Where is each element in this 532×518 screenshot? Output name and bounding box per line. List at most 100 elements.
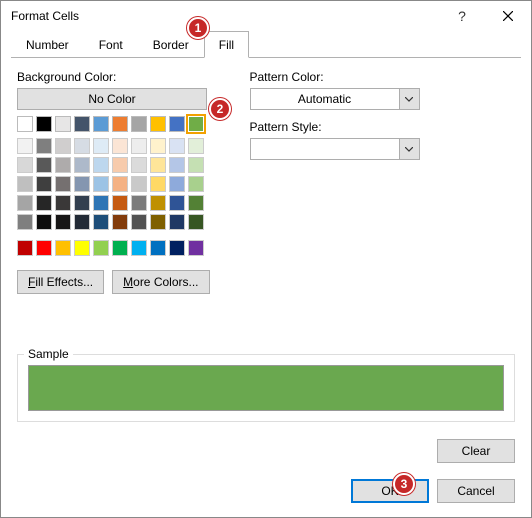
color-swatch[interactable]: [112, 240, 128, 256]
color-swatch[interactable]: [17, 214, 33, 230]
theme-color-row: [17, 116, 210, 132]
tab-number[interactable]: Number: [11, 31, 84, 57]
color-swatch[interactable]: [188, 176, 204, 192]
color-swatch[interactable]: [36, 138, 52, 154]
color-swatch[interactable]: [36, 176, 52, 192]
color-swatch[interactable]: [169, 240, 185, 256]
color-swatch[interactable]: [169, 116, 185, 132]
color-swatch[interactable]: [131, 138, 147, 154]
color-swatch[interactable]: [112, 138, 128, 154]
color-swatch[interactable]: [74, 240, 90, 256]
color-swatch[interactable]: [74, 195, 90, 211]
pattern-style-label: Pattern Style:: [250, 120, 516, 134]
color-swatch[interactable]: [150, 116, 166, 132]
color-swatch[interactable]: [74, 157, 90, 173]
background-color-label: Background Color:: [17, 70, 210, 84]
color-swatch[interactable]: [131, 240, 147, 256]
sample-label: Sample: [24, 347, 73, 361]
color-swatch[interactable]: [93, 138, 109, 154]
standard-color-row: [17, 240, 210, 256]
pattern-color-label: Pattern Color:: [250, 70, 516, 84]
dialog-title: Format Cells: [11, 9, 439, 23]
color-swatch[interactable]: [55, 240, 71, 256]
color-swatch[interactable]: [55, 157, 71, 173]
color-swatch[interactable]: [55, 195, 71, 211]
tab-fill[interactable]: Fill: [204, 31, 249, 58]
color-swatch[interactable]: [55, 116, 71, 132]
callout-1: 1: [187, 17, 209, 39]
color-swatch[interactable]: [36, 240, 52, 256]
color-swatch[interactable]: [93, 214, 109, 230]
color-swatch[interactable]: [93, 240, 109, 256]
color-swatch[interactable]: [17, 138, 33, 154]
color-swatch[interactable]: [93, 116, 109, 132]
help-button[interactable]: ?: [439, 1, 485, 31]
color-swatch[interactable]: [93, 157, 109, 173]
color-swatch[interactable]: [188, 195, 204, 211]
color-swatch[interactable]: [112, 195, 128, 211]
color-swatch[interactable]: [112, 116, 128, 132]
color-swatch[interactable]: [131, 195, 147, 211]
color-swatch[interactable]: [36, 116, 52, 132]
tab-font[interactable]: Font: [84, 31, 138, 57]
chevron-down-icon[interactable]: [399, 139, 419, 159]
color-swatch[interactable]: [131, 214, 147, 230]
color-swatch[interactable]: [131, 176, 147, 192]
tab-strip: Number Font Border Fill: [11, 31, 521, 58]
color-swatch[interactable]: [74, 116, 90, 132]
color-swatch[interactable]: [188, 116, 204, 132]
color-swatch[interactable]: [188, 240, 204, 256]
color-swatch[interactable]: [17, 240, 33, 256]
color-swatch[interactable]: [131, 157, 147, 173]
color-swatch[interactable]: [188, 214, 204, 230]
theme-color-grid: [17, 138, 210, 230]
color-swatch[interactable]: [55, 176, 71, 192]
pattern-color-combo[interactable]: Automatic: [250, 88, 420, 110]
color-swatch[interactable]: [169, 157, 185, 173]
color-swatch[interactable]: [169, 138, 185, 154]
clear-button[interactable]: Clear: [437, 439, 515, 463]
ok-button[interactable]: OK: [351, 479, 429, 503]
color-swatch[interactable]: [74, 214, 90, 230]
color-swatch[interactable]: [188, 138, 204, 154]
sample-swatch: [28, 365, 504, 411]
color-swatch[interactable]: [150, 138, 166, 154]
color-swatch[interactable]: [150, 240, 166, 256]
color-swatch[interactable]: [112, 157, 128, 173]
color-swatch[interactable]: [150, 176, 166, 192]
color-swatch[interactable]: [169, 176, 185, 192]
color-swatch[interactable]: [93, 176, 109, 192]
color-swatch[interactable]: [74, 176, 90, 192]
chevron-down-icon[interactable]: [399, 89, 419, 109]
color-swatch[interactable]: [55, 214, 71, 230]
color-swatch[interactable]: [36, 195, 52, 211]
color-swatch[interactable]: [36, 157, 52, 173]
color-swatch[interactable]: [169, 195, 185, 211]
color-swatch[interactable]: [188, 157, 204, 173]
cancel-button[interactable]: Cancel: [437, 479, 515, 503]
color-swatch[interactable]: [17, 195, 33, 211]
color-swatch[interactable]: [17, 116, 33, 132]
color-swatch[interactable]: [150, 214, 166, 230]
color-swatch[interactable]: [17, 157, 33, 173]
no-color-button[interactable]: No Color: [17, 88, 207, 110]
fill-effects-button[interactable]: Fill Effects...: [17, 270, 104, 294]
color-swatch[interactable]: [150, 157, 166, 173]
tab-panel-fill: Background Color: No Color Fill Effects.…: [1, 58, 531, 434]
color-swatch[interactable]: [74, 138, 90, 154]
color-swatch[interactable]: [169, 214, 185, 230]
close-button[interactable]: [485, 1, 531, 31]
color-swatch[interactable]: [55, 138, 71, 154]
color-swatch[interactable]: [150, 195, 166, 211]
format-cells-dialog: Format Cells ? 1 Number Font Border Fill…: [0, 0, 532, 518]
color-swatch[interactable]: [112, 176, 128, 192]
color-swatch[interactable]: [131, 116, 147, 132]
more-colors-button[interactable]: More Colors...: [112, 270, 209, 294]
pattern-color-value: Automatic: [251, 92, 399, 106]
color-swatch[interactable]: [36, 214, 52, 230]
color-swatch[interactable]: [112, 214, 128, 230]
color-swatch[interactable]: [93, 195, 109, 211]
color-swatch[interactable]: [17, 176, 33, 192]
sample-section: Sample: [17, 354, 515, 422]
pattern-style-combo[interactable]: [250, 138, 420, 160]
